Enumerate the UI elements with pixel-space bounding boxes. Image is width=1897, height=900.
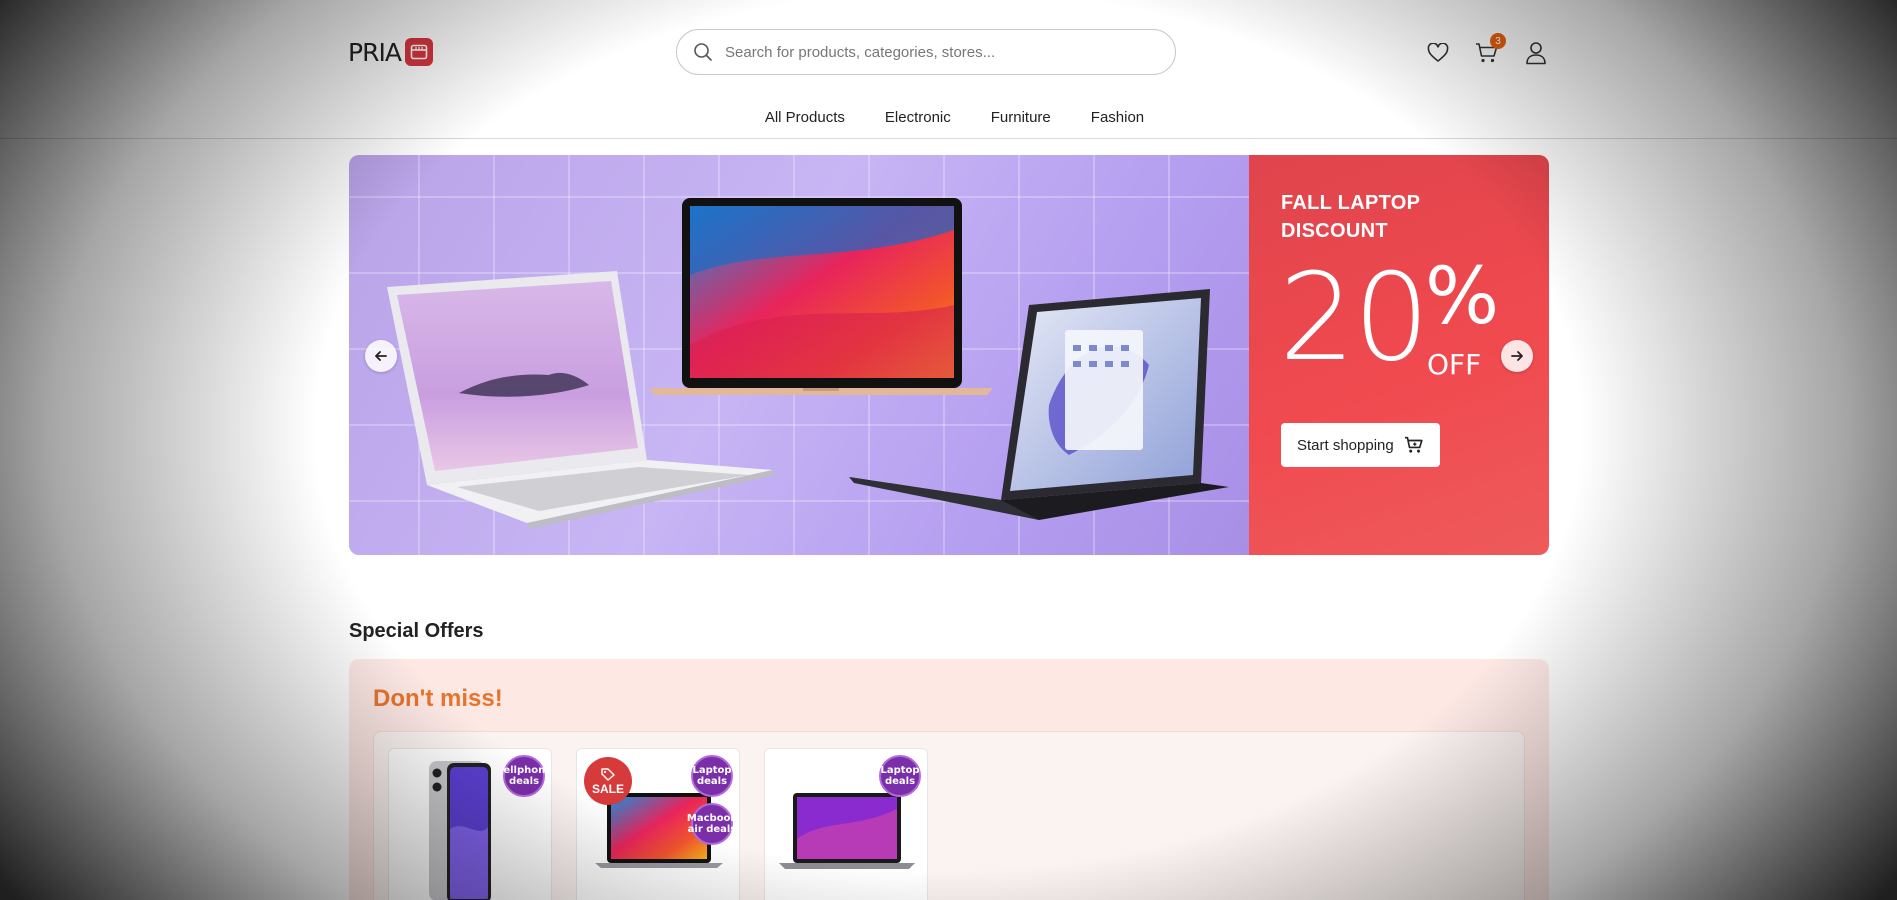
price-tag-icon	[601, 767, 615, 781]
dont-miss-heading: Don't miss!	[373, 685, 503, 712]
cart-button[interactable]: 3	[1474, 33, 1506, 66]
nav-fashion[interactable]: Fashion	[1071, 106, 1164, 130]
cart-icon	[1404, 436, 1423, 453]
deal-tag: Macbook air deals	[687, 803, 737, 845]
start-shopping-label: Start shopping	[1297, 436, 1394, 454]
product-card-macbook[interactable]: Laptop deals	[764, 748, 928, 900]
sale-label: SALE	[591, 781, 624, 796]
category-nav: All Products Electronic Furniture Fashio…	[0, 106, 1897, 130]
discount-number: 20	[1279, 249, 1430, 388]
store-icon	[404, 38, 433, 66]
search-icon	[694, 43, 712, 61]
nav-all-products[interactable]: All Products	[745, 106, 865, 130]
nav-electronic[interactable]: Electronic	[865, 106, 971, 130]
carousel-next-button[interactable]	[1501, 340, 1533, 372]
logo[interactable]: PRIA	[348, 36, 433, 68]
logo-text: PRIA	[348, 37, 402, 67]
deal-tag: Laptop deals	[691, 755, 733, 797]
nav-furniture[interactable]: Furniture	[971, 106, 1071, 130]
user-icon	[1526, 42, 1546, 65]
search-bar	[676, 29, 1176, 75]
carousel-prev-button[interactable]	[365, 340, 397, 372]
laptops-illustration	[349, 155, 1249, 555]
account-button[interactable]	[1523, 40, 1549, 66]
search-input[interactable]	[725, 38, 1155, 66]
offers-carousel: Cellphone deals SALE Laptop deals Macboo…	[373, 731, 1525, 900]
heart-icon	[1427, 43, 1449, 62]
off-label: OFF	[1427, 348, 1482, 381]
percent-sign: %	[1425, 252, 1500, 342]
banner-image	[349, 155, 1249, 555]
start-shopping-button[interactable]: Start shopping	[1281, 423, 1440, 467]
product-card-laptop[interactable]: SALE Laptop deals Macbook air deals	[576, 748, 740, 900]
cart-count-badge: 3	[1490, 33, 1506, 49]
deal-tag: Cellphone deals	[496, 755, 551, 797]
special-offers-panel: Don't miss! Cellphone deals SALE Laptop …	[349, 659, 1549, 900]
site-header: PRIA 3 All Products Electronic Furniture…	[0, 0, 1897, 139]
sale-badge: SALE	[584, 757, 632, 805]
wishlist-button[interactable]	[1425, 40, 1451, 66]
hero-banner: FALL LAPTOP DISCOUNT 20 % OFF Start shop…	[349, 155, 1549, 555]
arrow-left-icon	[375, 351, 387, 361]
product-card-phone[interactable]: Cellphone deals	[388, 748, 552, 900]
arrow-right-icon	[1511, 351, 1523, 361]
promo-title: FALL LAPTOP DISCOUNT	[1281, 192, 1420, 242]
special-offers-heading: Special Offers	[349, 620, 484, 642]
deal-tag: Laptop deals	[879, 755, 921, 797]
